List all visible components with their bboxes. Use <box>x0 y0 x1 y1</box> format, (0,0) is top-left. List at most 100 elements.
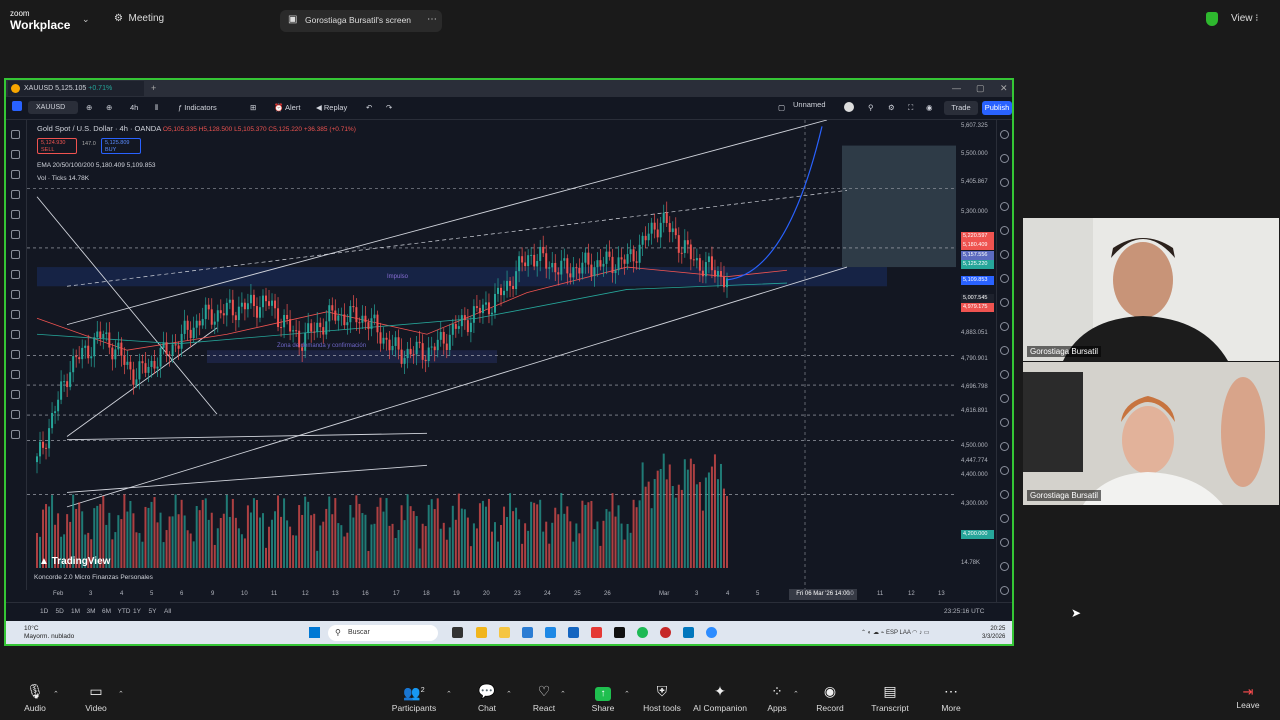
chrome-icon[interactable] <box>476 627 487 638</box>
undo-icon[interactable]: ↶ <box>366 103 372 112</box>
edge-icon[interactable] <box>568 627 579 638</box>
drawing-tool-icon[interactable] <box>11 190 20 199</box>
sidebar-tool-icon[interactable] <box>1000 466 1009 475</box>
taskview-icon[interactable] <box>452 627 463 638</box>
compare-icon[interactable]: ⊕ <box>106 103 112 112</box>
time-axis[interactable]: Fri 06 Mar '26 14:00 Feb 3 4 5 6 9 10 11 12 13 16 1… <box>27 588 992 602</box>
ai-companion-button[interactable]: ✦ AI Companion <box>690 682 750 713</box>
layout-name[interactable]: Unnamed <box>793 100 826 109</box>
drawing-tool-icon[interactable] <box>11 210 20 219</box>
sidebar-tool-icon[interactable] <box>1000 418 1009 427</box>
chevron-up-icon[interactable]: ⌃ <box>624 690 630 698</box>
drawing-tool-icon[interactable] <box>11 370 20 379</box>
tab-xauusd[interactable]: XAUUSD 5,125.105 +0.71% <box>8 81 144 96</box>
minimize-icon[interactable]: — <box>952 83 961 93</box>
publish-button[interactable]: Publish <box>982 101 1012 115</box>
drawing-tool-icon[interactable] <box>11 430 20 439</box>
drawing-tool-icon[interactable] <box>11 250 20 259</box>
sidebar-tool-icon[interactable] <box>1000 442 1009 451</box>
meeting-menu[interactable]: ⚙ Meeting <box>114 13 164 24</box>
sidebar-tool-icon[interactable] <box>1000 370 1009 379</box>
timeframe-5d[interactable]: 5D <box>56 608 64 615</box>
settings-icon[interactable]: ⚙ <box>888 103 895 112</box>
drawing-tool-icon[interactable] <box>11 270 20 279</box>
drawing-tool-icon[interactable] <box>11 410 20 419</box>
zoom-app-icon[interactable] <box>706 627 717 638</box>
fullscreen-icon[interactable]: ⛶ <box>908 103 913 113</box>
sidebar-tool-icon[interactable] <box>1000 274 1009 283</box>
timeframe-1y[interactable]: 1Y <box>133 608 141 615</box>
store-icon[interactable] <box>522 627 533 638</box>
sidebar-tool-icon[interactable] <box>1000 490 1009 499</box>
chevron-up-icon[interactable]: ⌃ <box>118 690 124 698</box>
sidebar-tool-icon[interactable] <box>1000 154 1009 163</box>
spotify-icon[interactable] <box>637 627 648 638</box>
sidebar-tool-icon[interactable] <box>1000 226 1009 235</box>
chevron-up-icon[interactable]: ⌃ <box>446 690 452 698</box>
camera-icon[interactable]: ◉ <box>926 103 933 112</box>
drawing-tool-icon[interactable] <box>11 390 20 399</box>
app-icon[interactable] <box>545 627 556 638</box>
user-avatar[interactable] <box>844 102 854 112</box>
browser-icon[interactable] <box>660 627 671 638</box>
search-icon[interactable]: ⚲ <box>868 103 874 112</box>
sell-button[interactable]: 5,124.930 SELL <box>37 138 77 154</box>
plus-icon[interactable]: ⊕ <box>86 103 92 112</box>
tradingview-app-icon[interactable] <box>614 627 625 638</box>
transcript-button[interactable]: ▤ Transcript <box>860 682 920 713</box>
chevron-up-icon[interactable]: ⌃ <box>560 690 566 698</box>
windows-start-icon[interactable] <box>309 627 320 638</box>
symbol-search[interactable]: XAUUSD <box>28 101 78 114</box>
zoom-workplace-logo[interactable]: zoom Workplace <box>10 8 70 31</box>
sidebar-tool-icon[interactable] <box>1000 130 1009 139</box>
trade-button[interactable]: Trade <box>944 101 978 115</box>
drawing-tool-icon[interactable] <box>11 150 20 159</box>
timeframe-all[interactable]: All <box>164 608 171 615</box>
drawing-tool-icon[interactable] <box>11 170 20 179</box>
drawing-tool-icon[interactable] <box>11 330 20 339</box>
sidebar-tool-icon[interactable] <box>1000 202 1009 211</box>
close-icon[interactable]: ✕ <box>1000 83 1008 94</box>
drawing-tool-icon[interactable] <box>11 350 20 359</box>
drawing-tool-icon[interactable] <box>11 130 20 139</box>
drawing-tool-icon[interactable] <box>11 290 20 299</box>
more-options-icon[interactable]: ⋯ <box>427 14 437 25</box>
sidebar-tool-icon[interactable] <box>1000 562 1009 571</box>
timeframe-6m[interactable]: 6M <box>102 608 111 615</box>
weather-widget[interactable]: 10°C Mayorm. nublado <box>24 625 74 641</box>
layout-icon[interactable]: ▢ <box>778 103 785 112</box>
host-tools-button[interactable]: ⛨ Host tools <box>632 682 692 713</box>
price-scale[interactable]: 5,607.325 5,500.000 5,405.867 5,300.000 5,22… <box>956 120 996 590</box>
record-button[interactable]: ◉ Record <box>800 682 860 713</box>
sidebar-tool-icon[interactable] <box>1000 394 1009 403</box>
buy-button[interactable]: 5,125.809 BUY <box>101 138 141 154</box>
replay-button[interactable]: ◀ Replay <box>316 103 347 112</box>
system-tray[interactable]: ⌃ ◐ ☁ ⌁ ESP LAA ◠ ♪ ▭ <box>861 629 929 636</box>
timeframe-button[interactable]: 4h <box>130 103 138 112</box>
drawing-tool-icon[interactable] <box>11 230 20 239</box>
timeframe-ytd[interactable]: YTD <box>118 608 131 615</box>
chrome-alt-icon[interactable] <box>591 627 602 638</box>
sidebar-tool-icon[interactable] <box>1000 298 1009 307</box>
timeframe-5y[interactable]: 5Y <box>149 608 157 615</box>
sidebar-tool-icon[interactable] <box>1000 322 1009 331</box>
sidebar-tool-icon[interactable] <box>1000 178 1009 187</box>
tv-menu-icon[interactable] <box>12 101 22 111</box>
taskbar-search[interactable]: ⚲ Buscar <box>328 625 438 641</box>
new-tab-icon[interactable]: + <box>151 83 156 93</box>
explorer-icon[interactable] <box>499 627 510 638</box>
timeframe-1m[interactable]: 1M <box>71 608 80 615</box>
timeframe-3m[interactable]: 3M <box>87 608 96 615</box>
candles-icon[interactable]: ⫴ <box>155 103 158 113</box>
video-button[interactable]: ▭ Video <box>66 682 126 713</box>
screen-share-tab[interactable]: ▣ Gorostiaga Bursatil's screen ⋯ <box>280 10 442 32</box>
indicators-button[interactable]: ƒ Indicators <box>178 103 217 112</box>
chevron-up-icon[interactable]: ⌃ <box>793 690 799 698</box>
participant-video-1[interactable]: Gorostiaga Bursatil <box>1023 218 1279 361</box>
chevron-up-icon[interactable]: ⌃ <box>53 690 59 698</box>
sidebar-tool-icon[interactable] <box>1000 538 1009 547</box>
view-menu[interactable]: View ⁝ <box>1231 13 1258 24</box>
chevron-up-icon[interactable]: ⌃ <box>506 690 512 698</box>
alert-button[interactable]: ⏰ Alert <box>274 103 300 112</box>
leave-button[interactable]: ⇥ Leave <box>1228 684 1268 710</box>
